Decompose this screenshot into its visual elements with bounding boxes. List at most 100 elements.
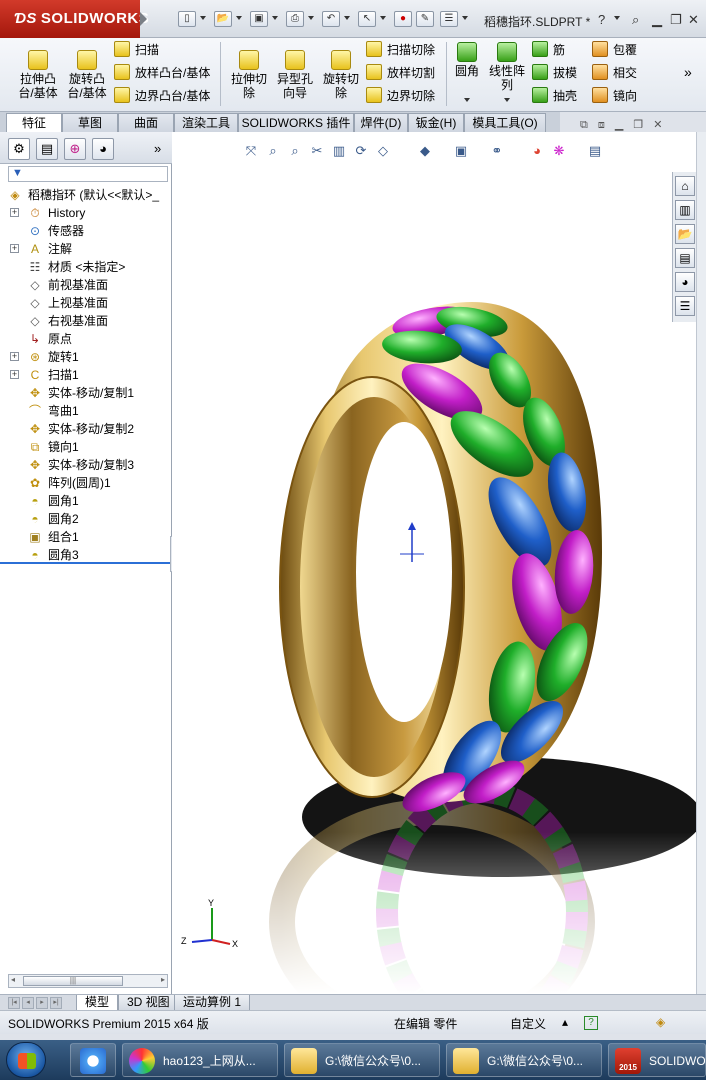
tab-surfaces[interactable]: 曲面: [118, 113, 174, 132]
revolve-cut-button[interactable]: 旋转切 除: [320, 50, 362, 100]
help-dropdown-icon[interactable]: [614, 16, 620, 20]
menu-expand-arrow-icon[interactable]: [140, 12, 147, 26]
open-dropdown-icon[interactable]: [236, 16, 242, 20]
custom-properties-icon[interactable]: ☰: [675, 296, 695, 316]
tree-node[interactable]: ⊙ 传感器: [0, 222, 172, 240]
viewport-restore-icon[interactable]: ❐: [633, 119, 643, 131]
tree-node[interactable]: ☷ 材质 <未指定>: [0, 258, 172, 276]
panel-horizontal-scrollbar[interactable]: ◂ ||| ▸: [8, 974, 168, 988]
taskbar-folder-window-2[interactable]: G:\微信公众号\0...: [446, 1043, 602, 1077]
expand-plus-icon[interactable]: +: [10, 370, 19, 379]
shell-button[interactable]: 抽壳: [532, 86, 577, 106]
pattern-dropdown-icon[interactable]: [504, 98, 510, 102]
tree-node[interactable]: ⌒ 弯曲1: [0, 402, 172, 420]
scroll-right-icon[interactable]: ▸: [161, 975, 165, 984]
print-dropdown-icon[interactable]: [308, 16, 314, 20]
file-explorer-icon[interactable]: 📂: [675, 224, 695, 244]
appearances-scenes-icon[interactable]: ◕: [675, 272, 695, 292]
solidworks-resources-icon[interactable]: ⌂: [675, 176, 695, 196]
quick-tips-help-icon[interactable]: ?: [584, 1016, 598, 1030]
viewport-tile2-icon[interactable]: ⧈: [598, 119, 605, 131]
viewport-tile-icon[interactable]: ⧉: [580, 119, 588, 131]
tree-node[interactable]: ✥ 实体-移动/复制2: [0, 420, 172, 438]
tree-node[interactable]: ↳ 原点: [0, 330, 172, 348]
help-icon[interactable]: ?: [598, 12, 605, 27]
loft-boss-button[interactable]: 放样凸台/基体: [114, 63, 210, 83]
close-icon[interactable]: ✕: [688, 12, 699, 28]
fillet-button[interactable]: 圆角: [452, 42, 482, 78]
display-manager-tab-icon[interactable]: ◕: [92, 138, 114, 160]
tree-root-part[interactable]: ◈ 稻穗指环 (默认<<默认>_: [0, 186, 172, 204]
taskbar-pinned-app[interactable]: [70, 1043, 116, 1077]
expand-plus-icon[interactable]: +: [10, 244, 19, 253]
viewport-close-icon[interactable]: ✕: [653, 119, 662, 131]
graphics-area[interactable]: ⤧ ⌕ ⌕ ✂ ▥ ⟳ ◇ ◆ ▣ ⚭ ◕ ❋ ▤ Y X Z: [172, 132, 696, 994]
tree-node[interactable]: + A 注解: [0, 240, 172, 258]
undo-dropdown-icon[interactable]: [344, 16, 350, 20]
options-icon[interactable]: ☰: [440, 11, 458, 27]
file-properties-icon[interactable]: ✎: [416, 11, 434, 27]
scroll-left-icon[interactable]: ◂: [11, 975, 15, 984]
mirror-button[interactable]: 镜向: [592, 86, 637, 106]
property-manager-tab-icon[interactable]: ▤: [36, 138, 58, 160]
start-button[interactable]: [6, 1042, 46, 1078]
select-arrow-icon[interactable]: ↖: [358, 11, 376, 27]
save-icon[interactable]: ▣: [250, 11, 268, 27]
intersect-button[interactable]: 相交: [592, 63, 637, 83]
extrude-boss-button[interactable]: 拉伸凸 台/基体: [16, 50, 60, 100]
first-tab-icon[interactable]: |◂: [8, 997, 20, 1009]
boundary-cut-button[interactable]: 边界切除: [366, 86, 435, 106]
configuration-manager-tab-icon[interactable]: ⊕: [64, 138, 86, 160]
design-library-icon[interactable]: ▥: [675, 200, 695, 220]
tree-node[interactable]: ◇ 前视基准面: [0, 276, 172, 294]
options-dropdown-icon[interactable]: [462, 16, 468, 20]
tab-sheet-metal[interactable]: 钣金(H): [408, 113, 464, 132]
expand-plus-icon[interactable]: +: [10, 208, 19, 217]
taskbar-folder-window-1[interactable]: G:\微信公众号\0...: [284, 1043, 440, 1077]
wrap-button[interactable]: 包覆: [592, 40, 637, 60]
new-dropdown-icon[interactable]: [200, 16, 206, 20]
units-caret-icon[interactable]: ▴: [562, 1015, 568, 1029]
next-tab-icon[interactable]: ▸: [36, 997, 48, 1009]
view-palette-icon[interactable]: ▤: [675, 248, 695, 268]
tree-node[interactable]: + ⏱ History: [0, 204, 172, 222]
tab-addins[interactable]: SOLIDWORKS 插件: [238, 113, 354, 132]
tree-node[interactable]: ◓ 圆角2: [0, 510, 172, 528]
ribbon-more-button[interactable]: »: [684, 62, 692, 82]
boundary-boss-button[interactable]: 边界凸台/基体: [114, 86, 210, 106]
scroll-thumb[interactable]: |||: [23, 976, 123, 986]
feature-manager-tab-icon[interactable]: ⚙: [8, 138, 30, 160]
tab-mold-tools[interactable]: 模具工具(O): [464, 113, 546, 132]
sweep-button[interactable]: 扫描: [114, 40, 159, 60]
minimize-icon[interactable]: ▁: [652, 12, 662, 28]
print-icon[interactable]: ⎙: [286, 11, 304, 27]
select-dropdown-icon[interactable]: [380, 16, 386, 20]
restore-icon[interactable]: ❐: [670, 12, 682, 28]
tree-node[interactable]: + ⊛ 旋转1: [0, 348, 172, 366]
draft-button[interactable]: 拔模: [532, 63, 577, 83]
tab-weldments[interactable]: 焊件(D): [354, 113, 408, 132]
tree-node[interactable]: ◇ 上视基准面: [0, 294, 172, 312]
hole-wizard-button[interactable]: 异型孔 向导: [274, 50, 316, 100]
tree-node[interactable]: ⧉ 镜向1: [0, 438, 172, 456]
tree-node[interactable]: ◓ 圆角1: [0, 492, 172, 510]
tree-node[interactable]: ◓ 圆角3: [0, 546, 172, 564]
extrude-cut-button[interactable]: 拉伸切 除: [228, 50, 270, 100]
taskbar-solidworks-window[interactable]: 2015 SOLIDWO: [608, 1043, 706, 1077]
open-folder-icon[interactable]: 📂: [214, 11, 232, 27]
tree-node[interactable]: ✥ 实体-移动/复制3: [0, 456, 172, 474]
ring-3d-model[interactable]: Y X Z: [172, 132, 696, 994]
last-tab-icon[interactable]: ▸|: [50, 997, 62, 1009]
linear-pattern-button[interactable]: 线性阵 列: [486, 42, 528, 92]
sweep-cut-button[interactable]: 扫描切除: [366, 40, 435, 60]
search-icon[interactable]: ⌕: [632, 12, 639, 28]
tab-model[interactable]: 模型: [76, 995, 119, 1011]
tab-motion-study[interactable]: 运动算例 1: [174, 995, 251, 1011]
revolve-boss-button[interactable]: 旋转凸 台/基体: [64, 50, 110, 100]
units-selector[interactable]: 自定义: [510, 1015, 546, 1032]
panel-more-button[interactable]: »: [154, 141, 161, 156]
new-document-icon[interactable]: ▯: [178, 11, 196, 27]
tree-node[interactable]: ✿ 阵列(圆周)1: [0, 474, 172, 492]
tab-3d-view[interactable]: 3D 视图: [118, 995, 179, 1011]
tree-node[interactable]: ◇ 右视基准面: [0, 312, 172, 330]
